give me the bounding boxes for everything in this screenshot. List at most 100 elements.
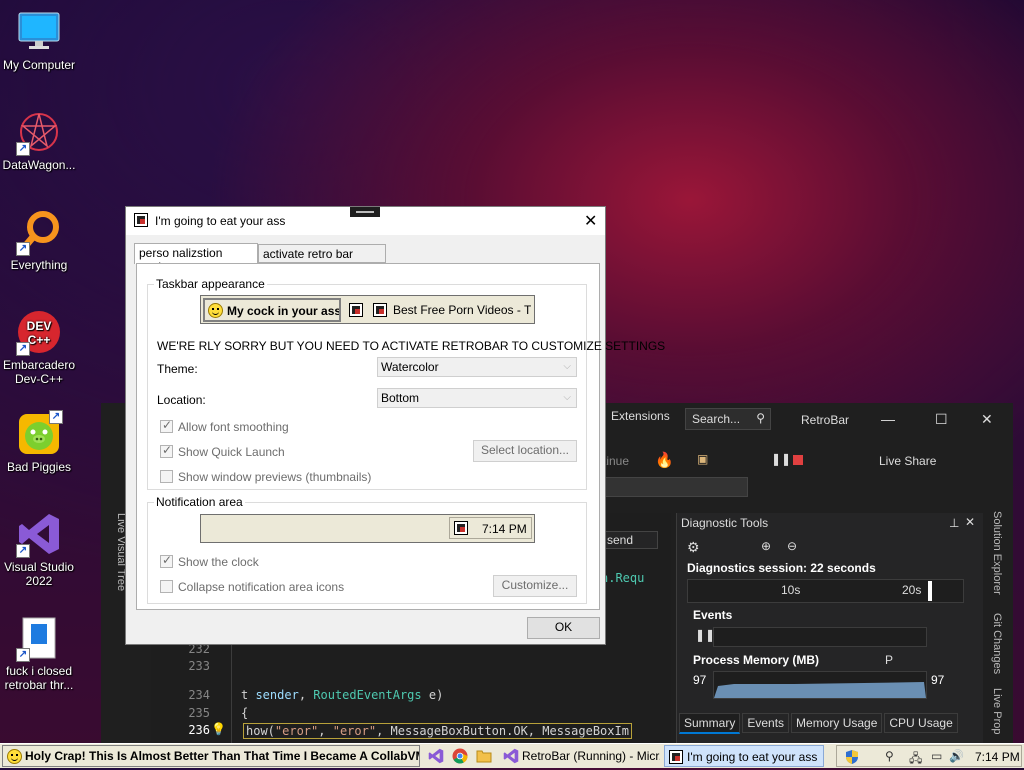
task-label: I'm going to eat your ass (687, 750, 818, 764)
shield-icon[interactable] (845, 749, 859, 768)
tab-summary[interactable]: Summary (679, 713, 741, 734)
theme-label: Theme: (157, 362, 198, 376)
volume-icon[interactable]: 🔊 (949, 749, 964, 763)
chrome-icon[interactable] (452, 748, 468, 764)
line-number: 236 (188, 723, 210, 737)
line-number: 233 (188, 659, 210, 673)
vs-second-toolbar (601, 477, 748, 497)
close-icon[interactable]: ✕ (584, 211, 597, 231)
desktop-icon-everything[interactable]: ↗ Everything (0, 210, 78, 272)
desktop-icon-datawagon[interactable]: ↗ DataWagon... (0, 110, 78, 172)
bad-piggies-icon: ↗ (17, 410, 63, 456)
vs-solution-title: RetroBar (801, 413, 850, 427)
window-previews-label: Show window previews (thumbnails) (178, 470, 372, 484)
maximize-icon[interactable]: ☐ (935, 411, 948, 428)
collapse-icons-checkbox[interactable] (160, 580, 173, 593)
everything-search-icon: ↗ (16, 210, 61, 256)
shortcut-arrow-icon: ↗ (49, 410, 63, 424)
visual-studio-icon (503, 748, 519, 767)
desktop-icon-label: My Computer (2, 58, 76, 72)
hot-reload-icon[interactable]: 🔥 (655, 451, 674, 469)
minimize-icon[interactable]: — (881, 411, 895, 427)
search-icon: ⚲ (756, 411, 765, 425)
svg-text:C++: C++ (28, 333, 51, 347)
search-icon[interactable]: ⚲ (885, 749, 894, 763)
notification-preview: 7:14 PM (200, 514, 535, 543)
timeline-marker (928, 581, 932, 601)
code-token: sender (255, 688, 299, 702)
activation-warning: WE'RE RLY SORRY BUT YOU NEED TO ACTIVATE… (157, 339, 666, 353)
close-icon[interactable]: ✕ (981, 411, 993, 428)
desktop-icon-my-computer[interactable]: My Computer (0, 10, 78, 72)
close-icon[interactable]: ✕ (965, 515, 975, 529)
tab-personalization[interactable]: perso nalizstion setting (134, 243, 258, 274)
preview-task-label: Best Free Porn Videos - T... (393, 303, 531, 317)
taskbar-clock[interactable]: 7:14 PM (975, 750, 1020, 764)
code-fold-guide (231, 631, 240, 743)
lightbulb-icon[interactable]: 💡 (211, 722, 226, 736)
taskbar: Holy Crap! This Is Almost Better Than Th… (0, 743, 1024, 768)
diagnostic-tools-panel: Diagnostic Tools ⊥ ✕ ⚙ ⊕ ⊖ Diagnostics s… (676, 513, 983, 743)
code-line-235: { (241, 706, 249, 720)
location-select[interactable]: Bottom ⌵ (377, 388, 577, 408)
tab-events[interactable]: Events (742, 713, 790, 733)
drag-grip[interactable] (350, 207, 380, 217)
start-button[interactable]: Holy Crap! This Is Almost Better Than Th… (2, 745, 420, 767)
legend-p: P (885, 653, 894, 667)
select-location-button[interactable]: Select location... (473, 440, 577, 462)
folder-icon[interactable]: ▣ (697, 452, 708, 466)
window-previews-checkbox[interactable] (160, 470, 173, 483)
app-icon (134, 213, 148, 227)
tab-page: Taskbar appearance My cock in your ass B… (136, 263, 665, 610)
task-settings-dialog[interactable]: I'm going to eat your ass (664, 745, 824, 767)
send-dropdown[interactable]: send (603, 531, 658, 549)
quick-launch-checkbox[interactable] (160, 443, 173, 458)
mem-right-value: 97 (931, 673, 945, 687)
pin-icon[interactable]: ⊥ (949, 516, 959, 530)
preview-start-button: My cock in your ass (203, 298, 341, 322)
git-changes-tab[interactable]: Git Changes (985, 613, 1003, 674)
menu-extensions[interactable]: Extensions (611, 409, 670, 423)
continue-button-label[interactable]: tinue (603, 454, 629, 468)
desktop-icon-devcpp[interactable]: DEV C++ ↗ Embarcadero Dev-C++ (0, 310, 78, 386)
vs-search-box[interactable]: Search... ⚲ (685, 408, 771, 430)
zoom-out-icon[interactable]: ⊖ (787, 539, 797, 553)
zoom-in-icon[interactable]: ⊕ (761, 539, 771, 553)
tab-memory-usage[interactable]: Memory Usage (791, 713, 883, 733)
network-icon[interactable]: 🖧 (909, 749, 922, 770)
diagnostics-timeline[interactable]: 10s 20s (687, 579, 964, 603)
desktop-icon-label: Bad Piggies (6, 460, 72, 474)
app-icon (349, 303, 363, 317)
memory-graph (713, 671, 927, 699)
desktop-icon-visual-studio[interactable]: ↗ Visual Studio 2022 (0, 512, 78, 588)
task-visual-studio[interactable]: RetroBar (Running) - Micr... (500, 745, 660, 767)
code-token: , MessageBoxButton.OK, MessageBoxIm (376, 724, 629, 738)
tab-cpu-usage[interactable]: CPU Usage (884, 713, 958, 733)
action-center-icon[interactable]: ▭ (931, 749, 942, 763)
tab-activate[interactable]: activate retro bar now!! (258, 244, 386, 275)
gear-icon[interactable]: ⚙ (687, 539, 700, 556)
pause-icon[interactable]: ❚❚ (695, 628, 715, 642)
quick-launch-label: Show Quick Launch (178, 445, 285, 459)
solution-explorer-tab[interactable]: Solution Explorer (985, 511, 1003, 595)
visual-studio-icon[interactable] (428, 748, 444, 764)
customize-button[interactable]: Customize... (493, 575, 577, 597)
pause-icon[interactable]: ❚❚ (771, 452, 791, 466)
code-line-234: t sender, RoutedEventArgs e) (241, 688, 443, 702)
code-token: "eror" (332, 724, 377, 738)
stop-icon[interactable] (793, 455, 803, 465)
preview-task-button: Best Free Porn Videos - T... (371, 299, 531, 323)
show-clock-checkbox[interactable] (160, 553, 173, 568)
settings-dialog: I'm going to eat your ass ✕ perso nalizs… (125, 206, 665, 645)
theme-select[interactable]: Watercolor ⌵ (377, 357, 577, 377)
desktop-icon-document[interactable]: ↗ fuck i closed retrobar thr... (0, 616, 78, 692)
ok-button[interactable]: OK (527, 617, 600, 639)
live-properties-tab[interactable]: Live Prop (985, 688, 1003, 734)
folder-icon[interactable] (476, 748, 492, 764)
shortcut-arrow-icon: ↗ (16, 544, 30, 558)
live-share-button[interactable]: Live Share (879, 454, 936, 468)
document-icon: ↗ (16, 616, 61, 662)
font-smoothing-checkbox[interactable] (160, 418, 173, 433)
desktop-icon-bad-piggies[interactable]: ↗ Bad Piggies (0, 410, 78, 474)
start-button-label: Holy Crap! This Is Almost Better Than Th… (25, 749, 420, 763)
